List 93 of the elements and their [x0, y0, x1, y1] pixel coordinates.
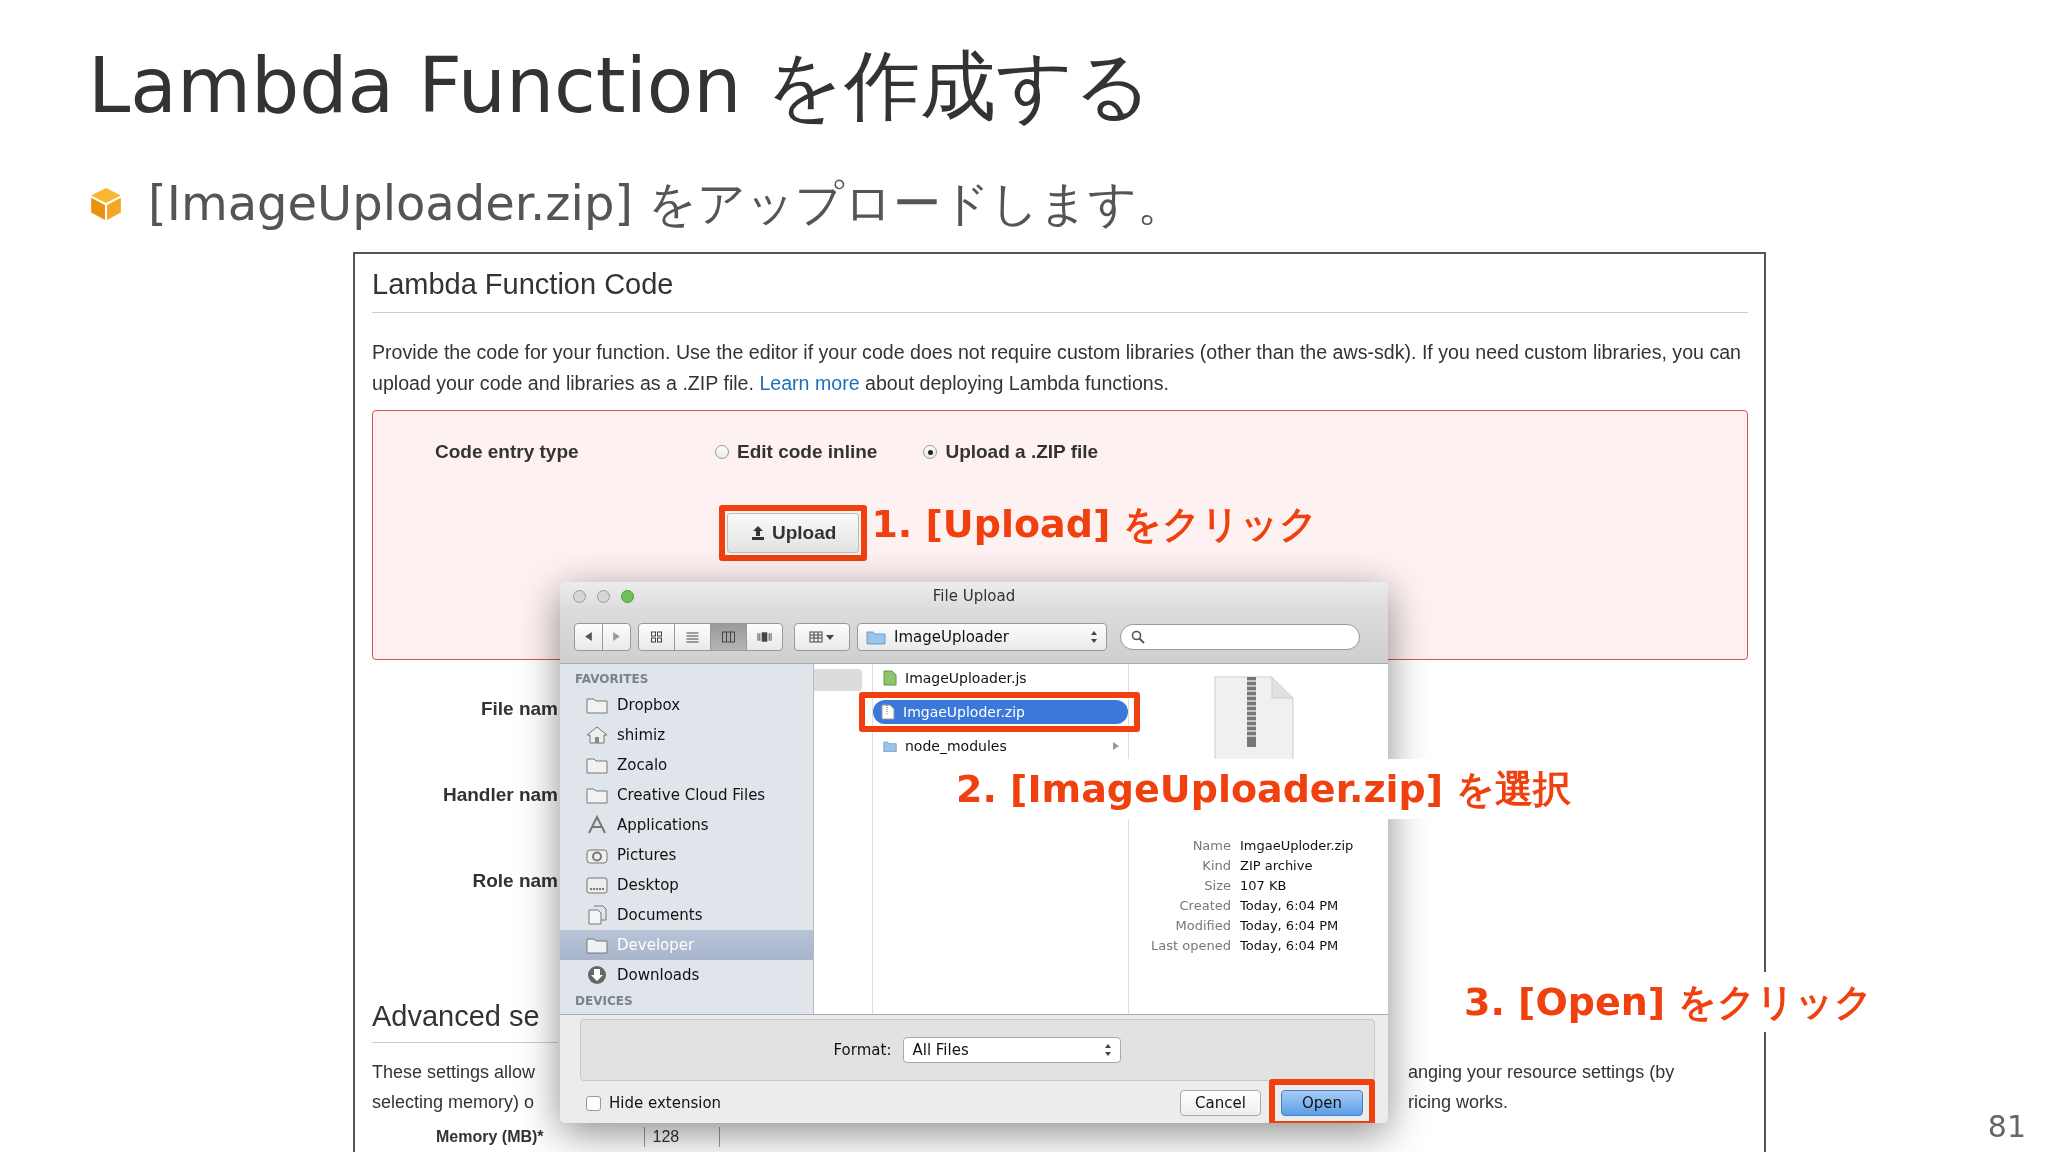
folder-icon — [586, 695, 608, 715]
checkbox-label: Hide extension — [609, 1094, 722, 1112]
back-button[interactable] — [574, 622, 603, 651]
close-button[interactable] — [573, 589, 586, 603]
sidebar-item[interactable]: Zocalo — [560, 750, 813, 780]
search-field[interactable] — [1120, 623, 1360, 650]
info-value: Today, 6:04 PM — [1240, 937, 1340, 955]
upload-icon — [750, 525, 766, 541]
monitor-icon — [586, 875, 608, 895]
radio-label: Upload a .ZIP file — [945, 441, 1099, 463]
forward-button[interactable] — [602, 622, 631, 651]
window-title: File Upload — [932, 587, 1016, 605]
sidebar-item[interactable]: Creative Cloud Files — [560, 780, 813, 810]
icon-grid-icon — [649, 629, 664, 644]
info-label: Name — [1191, 837, 1231, 855]
file-item[interactable]: ImgaeUploder.zip — [873, 700, 1128, 724]
folder-icon — [586, 755, 608, 775]
list-icon — [685, 629, 700, 644]
annotation-text: 1. [Upload] をクリック — [871, 501, 1319, 548]
field-label: File nam — [479, 698, 558, 720]
house-icon — [586, 725, 608, 745]
disclosure-arrow-icon — [1112, 741, 1120, 751]
description-text: anging your resource settings (by — [1408, 1061, 1676, 1084]
radio-label: Edit code inline — [737, 441, 878, 463]
script-file-icon — [883, 670, 897, 686]
info-label: Size — [1203, 877, 1231, 895]
up-down-arrows-icon — [1090, 629, 1098, 644]
radio-button[interactable] — [923, 445, 938, 459]
arrange-button[interactable] — [794, 622, 850, 651]
forward-arrow-icon — [611, 631, 622, 642]
file-item[interactable]: ImageUploader.js — [873, 664, 1128, 692]
download-icon — [586, 965, 608, 985]
info-value: 107 KB — [1240, 877, 1288, 895]
sidebar-item[interactable]: Applications — [560, 810, 813, 840]
info-label: Modified — [1174, 917, 1231, 935]
sidebar-heading: FAVORITES — [574, 671, 650, 688]
checkbox[interactable] — [586, 1095, 601, 1111]
sidebar-item[interactable]: Documents — [560, 900, 813, 930]
description-text: Provide the code for your function. Use the editor if your code does not require custom libraries (other than the aws-sdk). If you need custom libraries, you can upload your code and libraries as a .ZIP file. Learn more about deploying Lambda functions. — [372, 340, 1742, 396]
bullet-text: [ImageUploader.zip] をアップロードします。 — [148, 174, 1186, 233]
info-value: ZIP archive — [1240, 857, 1314, 875]
zoom-button[interactable] — [621, 589, 634, 603]
memory-label: Memory (MB)* — [436, 1127, 544, 1147]
description-text: selecting memory) o — [372, 1091, 536, 1114]
sidebar-item[interactable]: Pictures — [560, 840, 813, 870]
view-mode-button[interactable] — [746, 622, 783, 651]
folder-icon — [866, 628, 886, 645]
search-icon — [1131, 629, 1145, 644]
zip-file-icon — [881, 704, 895, 720]
sidebar-item[interactable]: Desktop — [560, 870, 813, 900]
sidebar-item[interactable]: Dropbox — [560, 690, 813, 720]
file-item[interactable]: node_modules — [873, 732, 1128, 760]
folder-icon — [883, 738, 897, 754]
columns-icon — [721, 629, 736, 644]
dialog-button[interactable]: Cancel — [1180, 1090, 1261, 1116]
cube-icon — [88, 186, 124, 222]
view-mode-button[interactable] — [710, 622, 747, 651]
learn-more-link[interactable]: Learn more — [759, 372, 860, 394]
info-value: Today, 6:04 PM — [1240, 897, 1340, 915]
radio-button[interactable] — [715, 445, 729, 459]
format-popup[interactable]: All Files — [903, 1037, 1122, 1063]
location-popup[interactable]: ImageUploader — [857, 622, 1107, 651]
folder-icon — [586, 785, 608, 805]
sidebar-item[interactable]: shimiz — [560, 720, 813, 750]
page-number: 81 — [1987, 1109, 2026, 1144]
grid-caret-icon — [808, 630, 836, 643]
info-value: Today, 6:04 PM — [1240, 917, 1340, 935]
info-label: Kind — [1201, 857, 1231, 875]
folder-icon — [586, 935, 608, 955]
sidebar-item[interactable]: Downloads — [560, 960, 813, 990]
minimize-button[interactable] — [597, 589, 610, 603]
code-entry-label: Code entry type — [435, 441, 580, 463]
section-title: Lambda Function Code — [372, 254, 1748, 313]
field-label: Role nam — [471, 870, 558, 892]
up-down-arrows-icon — [1104, 1043, 1113, 1057]
upload-button[interactable]: Upload — [727, 513, 860, 553]
description-text: ricing works. — [1408, 1091, 1510, 1114]
info-label: Created — [1178, 897, 1231, 915]
document-icon — [586, 905, 608, 925]
info-label: Last opened — [1150, 937, 1231, 955]
cover-flow-icon — [757, 629, 772, 644]
field-label: Handler nam — [441, 784, 558, 806]
slide-title: Lambda Function を作成する — [88, 40, 1153, 132]
description-text: These settings allow — [372, 1061, 537, 1084]
dialog-button[interactable]: Open — [1280, 1090, 1363, 1116]
memory-select[interactable]: 128 — [643, 1127, 721, 1147]
zip-archive-icon — [1214, 676, 1294, 760]
info-value: ImgaeUploder.zip — [1240, 837, 1354, 855]
section-title: Advanced se — [372, 1000, 540, 1032]
format-label: Format: — [833, 1041, 892, 1059]
sidebar-heading: DEVICES — [574, 993, 634, 1010]
back-arrow-icon — [583, 631, 594, 642]
view-mode-button[interactable] — [638, 622, 675, 651]
